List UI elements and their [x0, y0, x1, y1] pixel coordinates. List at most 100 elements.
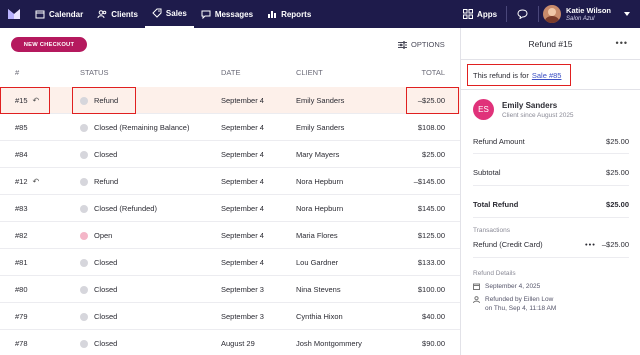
nav-label: Sales — [165, 8, 187, 18]
table-row[interactable]: #82 Open September 4 Maria Flores $125.00 — [0, 222, 460, 249]
status-dot-icon — [80, 150, 88, 159]
cell-date: September 3 — [221, 285, 264, 294]
options-button[interactable]: OPTIONS — [398, 40, 445, 49]
sale-number: #15 — [15, 96, 28, 105]
chevron-down-icon — [624, 12, 630, 16]
sale-link[interactable]: Sale #85 — [532, 71, 562, 80]
sale-number: #81 — [15, 258, 28, 267]
client-card[interactable]: ES Emily Sanders Client since August 202… — [473, 99, 574, 120]
clients-icon — [97, 10, 107, 19]
chat-button[interactable] — [507, 9, 538, 19]
new-checkout-button[interactable]: NEW CHECKOUT — [11, 37, 87, 52]
cell-number: #80 — [15, 276, 28, 303]
cell-status: Closed — [80, 276, 117, 303]
total-refund-value: $25.00 — [606, 200, 629, 209]
table-row[interactable]: #78 Closed August 29 Josh Montgommery $90.00 — [0, 330, 460, 355]
status-dot-icon — [80, 231, 88, 240]
cell-total: $125.00 — [417, 231, 445, 240]
nav-clients[interactable]: Clients — [90, 0, 145, 28]
status-text: Closed — [94, 285, 118, 294]
cell-number: #78 — [15, 330, 28, 355]
refund-panel: Refund #15 ••• This refund is for Sale #… — [461, 28, 640, 355]
user-menu[interactable]: Katie Wilson Salon Azul — [539, 5, 640, 23]
status-text: Refund — [94, 96, 119, 105]
subtotal-label: Subtotal — [473, 168, 501, 177]
status-text: Refund — [94, 177, 119, 186]
chat-icon — [201, 10, 211, 19]
table-row[interactable]: #85 Closed (Remaining Balance) September 4… — [0, 114, 460, 141]
cell-date: September 4 — [221, 177, 264, 186]
divider — [473, 257, 629, 258]
cell-client: Mary Mayers — [296, 150, 340, 159]
refund-amount-label: Refund Amount — [473, 137, 525, 146]
transactions-label: Transactions — [473, 227, 510, 234]
header-status: STATUS — [80, 68, 109, 77]
status-text: Closed (Remaining Balance) — [94, 123, 190, 132]
cell-client: Emily Sanders — [296, 123, 345, 132]
detail-date-line: September 4, 2025 — [473, 283, 540, 290]
detail-refunded-when: on Thu, Sep 4, 11:18 AM — [485, 305, 557, 312]
status-dot-icon — [80, 177, 88, 186]
cell-total: $25.00 — [422, 150, 445, 159]
status-dot-icon — [80, 312, 88, 321]
table-row[interactable]: #79 Closed September 3 Cynthia Hixon $40.00 — [0, 303, 460, 330]
sale-number: #79 — [15, 312, 28, 321]
header-num: # — [15, 68, 20, 77]
cell-total: $90.00 — [422, 339, 445, 348]
options-label: OPTIONS — [411, 40, 445, 49]
table-row[interactable]: #84 Closed September 4 Mary Mayers $25.00 — [0, 141, 460, 168]
cell-date: September 4 — [221, 96, 264, 105]
transaction-label: Refund (Credit Card) — [473, 240, 543, 249]
top-nav: Calendar Clients Sales Messages Reports … — [0, 0, 640, 28]
nav-messages[interactable]: Messages — [194, 0, 260, 28]
cell-client: Maria Flores — [296, 231, 338, 240]
cell-status: Closed — [80, 330, 117, 355]
sliders-icon — [398, 40, 407, 49]
cell-total: –$25.00 — [417, 96, 445, 105]
client-since: Client since August 2025 — [502, 111, 574, 119]
table-row[interactable]: #83 Closed (Refunded) September 4 Nora Hepb… — [0, 195, 460, 222]
nav-label: Clients — [111, 9, 138, 19]
calendar-icon — [473, 283, 480, 290]
tag-icon — [152, 8, 162, 18]
transaction-amount: –$25.00 — [601, 240, 629, 249]
nav-reports[interactable]: Reports — [260, 0, 318, 28]
app-logo[interactable] — [0, 0, 28, 28]
cell-date: September 4 — [221, 150, 264, 159]
status-text: Closed (Refunded) — [94, 204, 157, 213]
status-text: Open — [94, 231, 113, 240]
refund-arrow-icon: ↶ — [32, 177, 40, 186]
table-row[interactable]: #15 ↶ Refund September 4 Emily Sanders –$25.0… — [0, 87, 460, 114]
nav-calendar[interactable]: Calendar — [28, 0, 90, 28]
cell-date: September 3 — [221, 312, 264, 321]
cell-client: Nora Hepburn — [296, 204, 344, 213]
status-text: Closed — [94, 312, 118, 321]
nav-label: Calendar — [49, 9, 84, 19]
nav-label: Reports — [281, 9, 312, 19]
more-icon[interactable]: ••• — [616, 38, 628, 48]
client-initials-avatar: ES — [473, 99, 494, 120]
sales-list: NEW CHECKOUT OPTIONS # STATUS DATE CLIEN… — [0, 28, 461, 355]
cell-date: August 29 — [221, 339, 255, 348]
cell-number: #12 ↶ — [15, 168, 39, 195]
divider — [473, 153, 629, 154]
apps-button[interactable]: Apps — [454, 9, 506, 19]
grid-icon — [463, 9, 474, 19]
sale-number: #83 — [15, 204, 28, 213]
cell-total: $40.00 — [422, 312, 445, 321]
nav-sales[interactable]: Sales — [144, 0, 194, 28]
detail-refunded-by: Refunded by Eillen Low — [485, 296, 554, 303]
transaction-more-icon[interactable]: ••• — [585, 240, 596, 249]
refund-for-text: This refund is for — [473, 70, 529, 80]
table-row[interactable]: #80 Closed September 3 Nina Stevens $100.00 — [0, 276, 460, 303]
cell-total: $100.00 — [417, 285, 445, 294]
table-row[interactable]: #12 ↶ Refund September 4 Nora Hepburn –$145.0… — [0, 168, 460, 195]
cell-total: $145.00 — [417, 204, 445, 213]
cell-status: Refund — [80, 168, 118, 195]
cell-total: –$145.00 — [413, 177, 445, 186]
table-row[interactable]: #81 Closed September 4 Lou Gardner $133.00 — [0, 249, 460, 276]
apps-label: Apps — [477, 9, 498, 19]
cell-status: Open — [80, 222, 112, 249]
cell-number: #82 — [15, 222, 28, 249]
cell-status: Refund — [80, 87, 118, 114]
